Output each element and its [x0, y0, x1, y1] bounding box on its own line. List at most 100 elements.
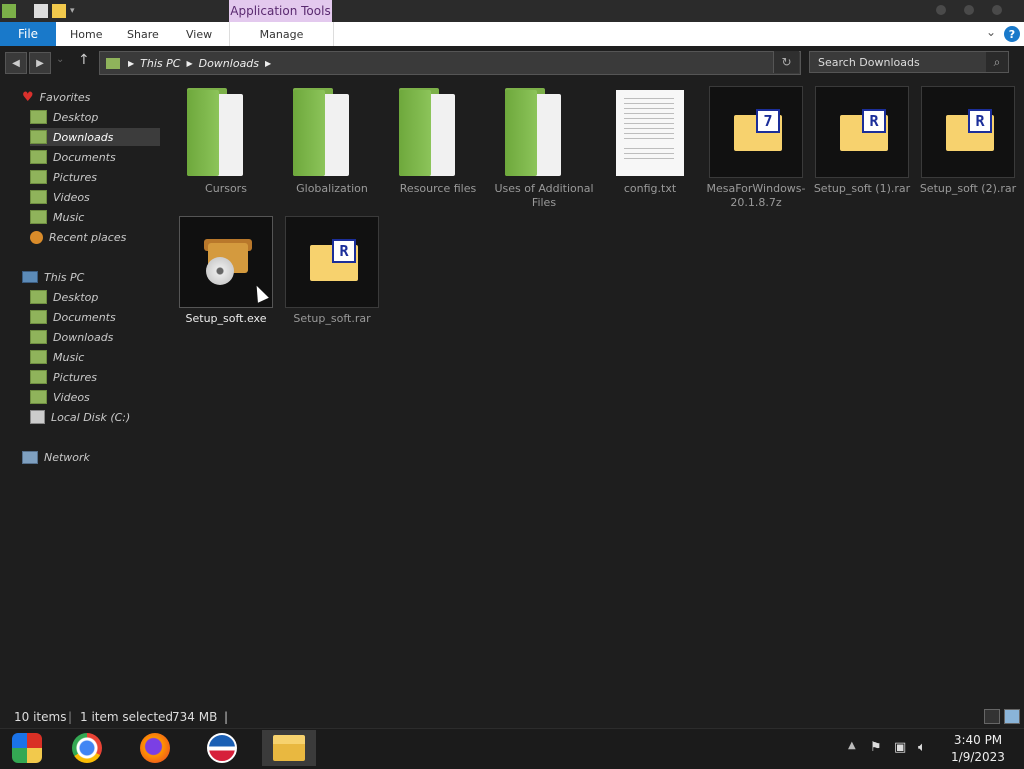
breadcrumb-this-pc[interactable]: This PC: [140, 57, 180, 70]
firefox-icon[interactable]: [135, 730, 175, 766]
show-hidden-icons-icon[interactable]: ▲: [848, 740, 856, 751]
heart-icon: ♥: [22, 89, 34, 105]
rar-archive-icon: R: [285, 216, 379, 308]
nav-pc-videos[interactable]: Videos: [30, 388, 90, 406]
rar-archive-icon: R: [815, 86, 909, 178]
control-panel-icon[interactable]: [7, 730, 47, 766]
music-folder-icon: [30, 210, 47, 224]
folder-icon: [106, 57, 120, 69]
breadcrumb-separator-icon[interactable]: ▶: [186, 59, 192, 68]
search-input[interactable]: Search Downloads: [809, 51, 1009, 73]
nav-pc-downloads[interactable]: Downloads: [30, 328, 113, 346]
folder-icon: [391, 86, 485, 178]
file-name: MesaForWindows-20.1.8.7z: [706, 182, 806, 209]
tab-home[interactable]: Home: [70, 22, 102, 46]
tab-file[interactable]: File: [0, 22, 56, 46]
properties-icon[interactable]: [34, 4, 48, 18]
breadcrumb-separator-icon[interactable]: ▶: [265, 59, 271, 68]
chrome-icon[interactable]: [67, 730, 107, 766]
nav-favorites-pictures[interactable]: Pictures: [30, 168, 97, 186]
nav-favorites-desktop[interactable]: Desktop: [30, 108, 98, 126]
nav-pc-pictures[interactable]: Pictures: [30, 368, 97, 386]
nav-network[interactable]: Network: [22, 448, 90, 466]
action-center-flag-icon[interactable]: ⚑: [870, 740, 882, 755]
file-name: Setup_soft.rar: [293, 312, 371, 325]
details-view-icon[interactable]: [984, 709, 1000, 724]
selection-size: 734 MB: [172, 710, 218, 724]
file-name: Setup_soft (1).rar: [813, 182, 911, 195]
videos-folder-icon: [30, 190, 47, 204]
7z-archive-icon: 7: [709, 86, 803, 178]
desktop-folder-icon: [30, 110, 47, 124]
address-bar[interactable]: ▶ This PC ▶ Downloads ▶: [99, 51, 801, 75]
network-icon: [22, 450, 38, 464]
tab-view[interactable]: View: [186, 22, 212, 46]
back-button[interactable]: ◀: [5, 52, 27, 74]
clock-date[interactable]: 1/9/2023: [946, 750, 1010, 764]
chevron-down-icon[interactable]: ▾: [70, 6, 75, 16]
file-name: Globalization: [296, 182, 368, 195]
breadcrumb-separator-icon: ▶: [128, 58, 135, 68]
help-icon[interactable]: ?: [1004, 26, 1020, 42]
nav-favorites[interactable]: ♥ Favorites: [22, 88, 90, 106]
file-explorer-icon[interactable]: [262, 730, 316, 766]
explorer-folder-icon[interactable]: [2, 4, 16, 18]
nav-favorites-recent-places[interactable]: Recent places: [30, 228, 126, 246]
tab-share[interactable]: Share: [127, 22, 159, 46]
file-name: Setup_soft.exe: [185, 312, 267, 325]
large-icons-view-icon[interactable]: [1004, 709, 1020, 724]
nav-favorites-music[interactable]: Music: [30, 208, 84, 226]
videos-folder-icon: [30, 390, 47, 404]
pictures-folder-icon: [30, 170, 47, 184]
text-document-icon: [603, 86, 697, 178]
music-folder-icon: [30, 350, 47, 364]
item-count: 10 items: [14, 710, 67, 724]
breadcrumb-downloads[interactable]: Downloads: [199, 57, 259, 70]
nav-favorites-downloads[interactable]: Downloads: [30, 128, 160, 146]
tab-manage[interactable]: Manage: [229, 22, 334, 46]
title-bar: [0, 0, 1024, 22]
maximize-button[interactable]: [964, 5, 974, 15]
folder-icon: [497, 86, 591, 178]
up-arrow-icon[interactable]: ↑: [78, 52, 90, 68]
minimize-button[interactable]: [936, 5, 946, 15]
quick-access-toolbar: ▾: [2, 2, 75, 20]
file-name: Cursors: [205, 182, 247, 195]
close-button[interactable]: [992, 5, 1002, 15]
nav-favorites-videos[interactable]: Videos: [30, 188, 90, 206]
nav-favorites-documents[interactable]: Documents: [30, 148, 116, 166]
folder-icon: [285, 86, 379, 178]
desktop-folder-icon: [30, 290, 47, 304]
view-switcher: [984, 709, 1020, 724]
nav-pc-music[interactable]: Music: [30, 348, 84, 366]
nav-pc-documents[interactable]: Documents: [30, 308, 116, 326]
application-tools-context-tab: Application Tools: [229, 0, 332, 22]
obama-logo-icon[interactable]: [202, 730, 242, 766]
documents-folder-icon: [30, 150, 47, 164]
file-name: Setup_soft (2).rar: [919, 182, 1017, 195]
search-icon[interactable]: ⌕: [986, 52, 1008, 72]
nav-pc-local-disk[interactable]: Local Disk (C:): [30, 408, 130, 426]
rar-archive-icon: R: [921, 86, 1015, 178]
forward-button[interactable]: ▶: [29, 52, 51, 74]
refresh-icon[interactable]: ↻: [773, 51, 799, 73]
network-status-icon[interactable]: ▣: [894, 740, 906, 755]
nav-this-pc[interactable]: This PC: [22, 268, 84, 286]
downloads-folder-icon: [30, 130, 47, 144]
volume-icon[interactable]: 🔈︎: [918, 740, 926, 755]
new-folder-icon[interactable]: [52, 4, 66, 18]
clock-time[interactable]: 3:40 PM: [946, 733, 1010, 747]
status-bar: 10 items | 1 item selected 734 MB |: [14, 710, 229, 724]
disk-drive-icon: [30, 410, 45, 424]
selection-count: 1 item selected: [80, 710, 174, 724]
file-name: config.txt: [623, 182, 677, 195]
expand-ribbon-icon[interactable]: ⌄: [986, 25, 996, 39]
file-name: Resource files: [399, 182, 477, 195]
documents-folder-icon: [30, 310, 47, 324]
recent-locations-icon[interactable]: ⌄: [56, 54, 64, 65]
nav-pc-desktop[interactable]: Desktop: [30, 288, 98, 306]
recent-places-icon: [30, 230, 43, 244]
folder-icon: [179, 86, 273, 178]
downloads-folder-icon: [30, 330, 47, 344]
computer-icon: [22, 271, 38, 283]
